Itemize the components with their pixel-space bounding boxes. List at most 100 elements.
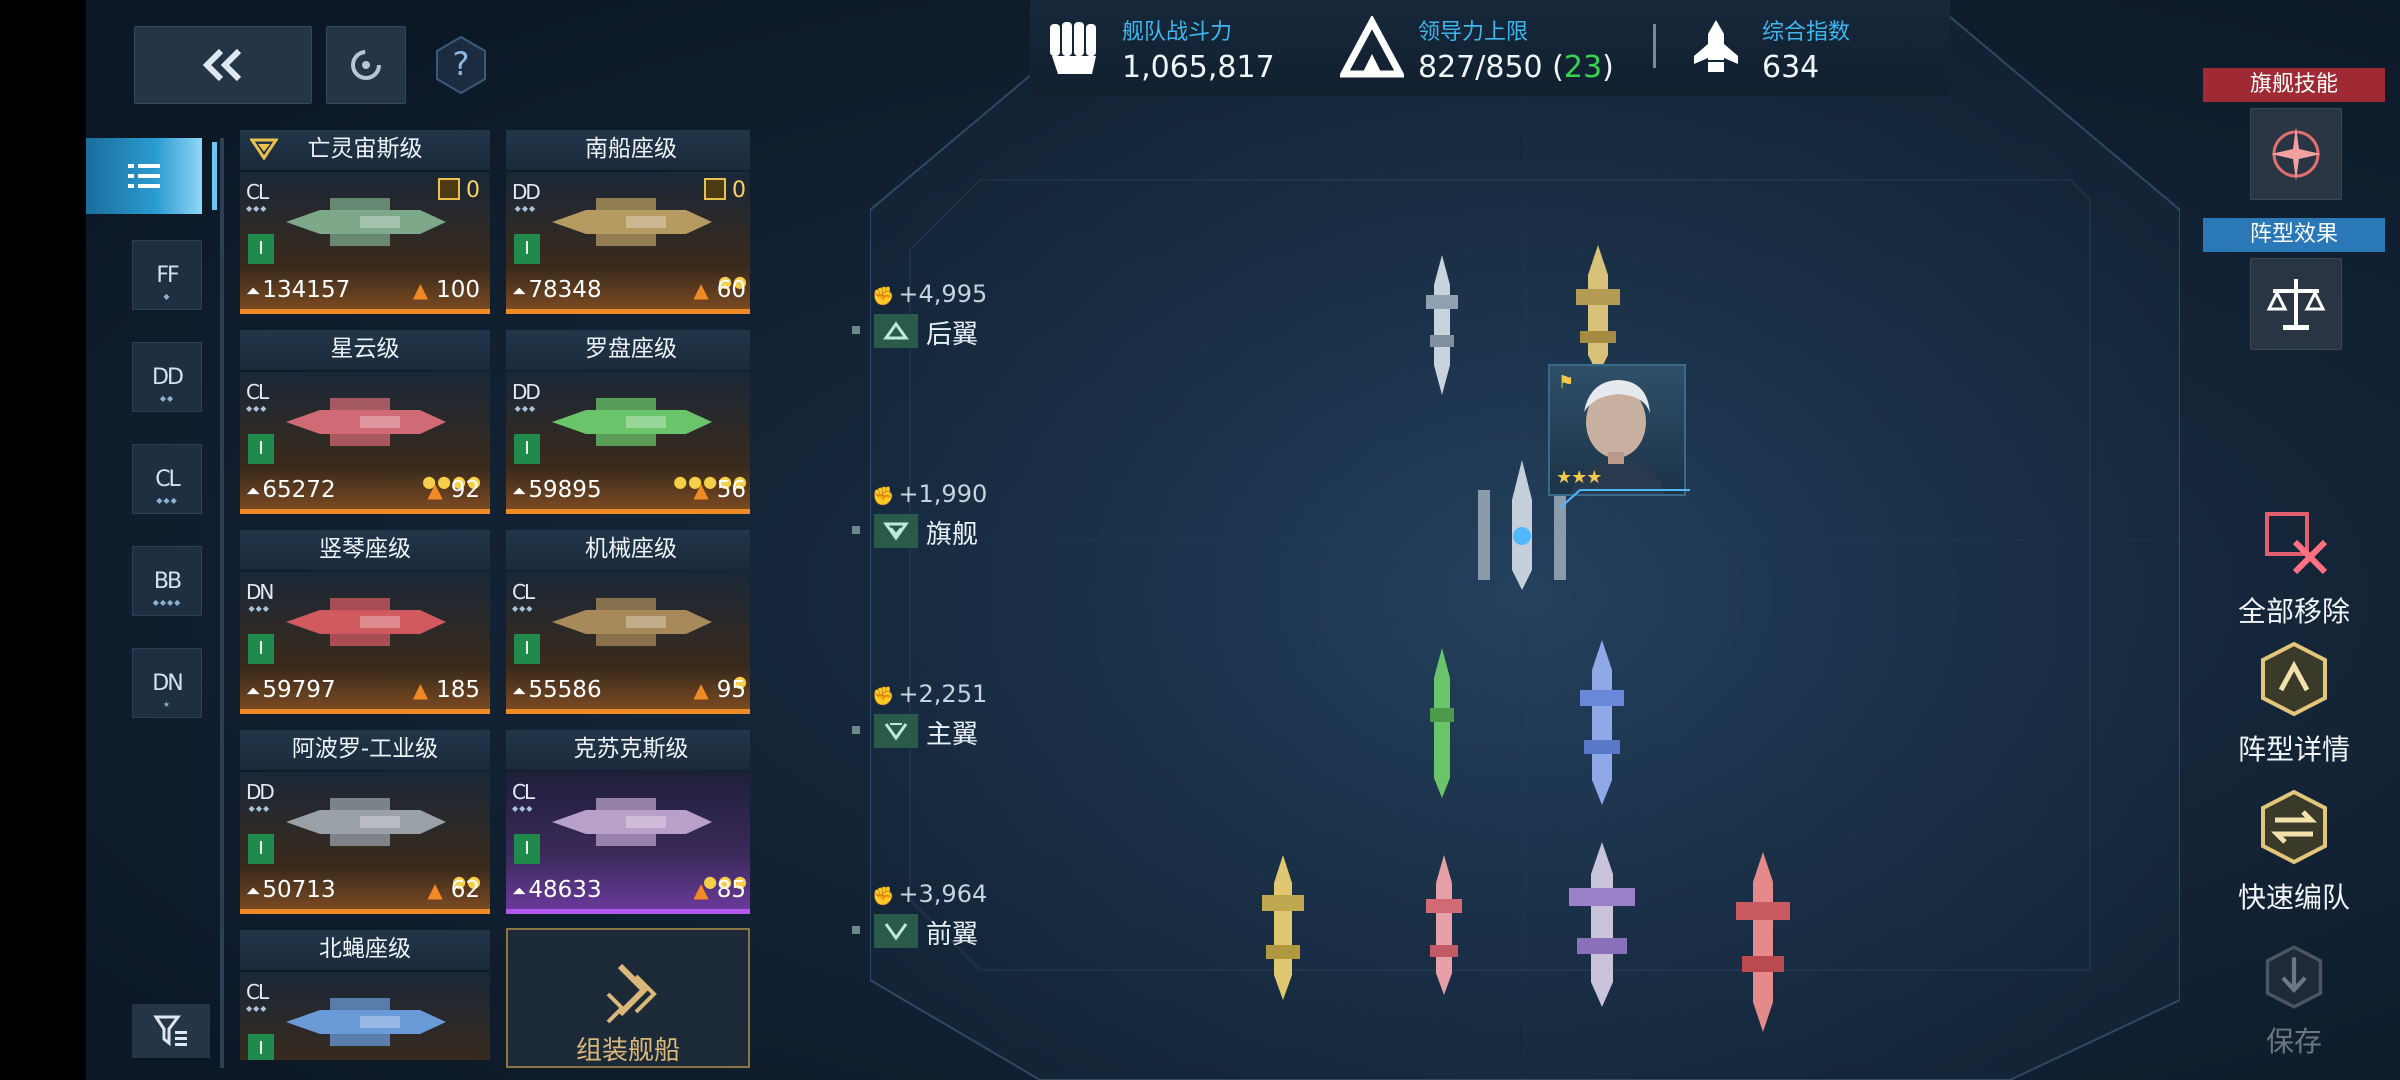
ship-card[interactable]: 罗盘座级 DD ◆◆◆ I ●●●●● ⏶59895 ▲ 56 xyxy=(506,330,750,514)
leadership-icon: ▲ xyxy=(427,878,443,902)
ship-name-text: 机械座级 xyxy=(585,536,677,562)
filter-button[interactable] xyxy=(132,1004,210,1058)
ship-card[interactable]: 星云级 CL ◆◆◆ I ●●●● ⏶65272 ▲ 92 xyxy=(240,330,490,514)
ship-card[interactable]: 阿波罗-工业级 DD ◆◆◆ I ●● ⏶50713 ▲ 62 xyxy=(240,730,490,914)
row-marker xyxy=(852,326,860,334)
ship-power: ⏶48633 xyxy=(512,877,602,903)
tab-bb[interactable]: BB ◆◆◆◆ xyxy=(132,546,202,616)
ship-power-value: 59895 xyxy=(528,477,602,503)
row-main-wing[interactable]: ✊ +2,251 主翼 xyxy=(852,680,1022,760)
ship-leadership-value: 85 xyxy=(716,877,746,903)
commander-portrait[interactable]: ⚑ ★★★ xyxy=(1548,364,1686,496)
ship-card-body: DN ◆◆◆ I ⏶59797 ▲ 185 xyxy=(240,572,490,714)
row-rear-wing[interactable]: ✊ +4,995 后翼 xyxy=(852,280,1022,360)
ship-tier: I xyxy=(248,834,274,864)
tab-ff[interactable]: FF ◆ xyxy=(132,240,202,310)
formation-effect-tag: 阵型效果 xyxy=(2203,218,2385,252)
ship-name-text: 罗盘座级 xyxy=(585,336,677,362)
board-ship-main-1[interactable] xyxy=(1426,648,1458,798)
leadership-icon: ▲ xyxy=(427,478,443,502)
row-front-bonus: ✊ +3,964 xyxy=(872,880,987,908)
quick-form-label: 快速编队 xyxy=(2237,881,2350,914)
refresh-button[interactable] xyxy=(326,26,406,104)
ship-power: ⏶78348 xyxy=(512,277,602,303)
board-ship-front-2[interactable] xyxy=(1422,855,1466,995)
remove-x-icon xyxy=(2265,512,2328,575)
composite-label: 综合指数 xyxy=(1762,20,1851,45)
ship-card-body: DD ◆◆◆ I ●●●●● ⏶59895 ▲ 56 xyxy=(506,372,750,514)
board-ship-main-2[interactable] xyxy=(1576,640,1628,805)
save-label: 保存 xyxy=(2265,1025,2322,1058)
class-dots: ◆◆◆ xyxy=(514,404,537,413)
save-button[interactable]: 保存 xyxy=(2222,942,2366,1060)
row-flag-bonus: ✊ +1,990 xyxy=(872,480,987,508)
ship-card-body: CL ◆◆◆ I ●●●● ⏶65272 ▲ 92 xyxy=(240,372,490,514)
board-ship-rear-1[interactable] xyxy=(1420,255,1464,395)
ship-tier: I xyxy=(514,434,540,464)
fist-icon: ✊ xyxy=(872,286,895,307)
class-dots: ◆◆◆ xyxy=(248,804,271,813)
ship-power-value: 134157 xyxy=(262,277,351,303)
ship-silhouette-icon xyxy=(552,598,712,646)
formation-detail-button[interactable]: 阵型详情 xyxy=(2222,638,2366,768)
row-rear-bonus-value: +4,995 xyxy=(898,280,988,308)
back-button[interactable] xyxy=(134,26,312,104)
tab-dd-dots: ◆◆ xyxy=(159,394,175,403)
board-ship-front-1[interactable] xyxy=(1258,855,1308,1000)
tab-cl[interactable]: CL ◆◆◆ xyxy=(132,444,202,514)
flagship-chevron-icon xyxy=(874,514,918,548)
crest-icon xyxy=(250,138,278,160)
help-button[interactable]: ? xyxy=(426,26,496,104)
ship-card[interactable]: 机械座级 CL ◆◆◆ I ● ⏶55586 ▲ 95 xyxy=(506,530,750,714)
ship-badge-value: 0 xyxy=(732,178,746,203)
assemble-ship-button[interactable]: 组装舰船 xyxy=(506,928,750,1068)
ship-card[interactable]: 南船座级 DD ◆◆◆ I 0 ●● ⏶78348 ▲ 60 xyxy=(506,130,750,314)
ship-card[interactable]: 亡灵宙斯级 CL ◆◆◆ I 0 ⏶134157 ▲ 100 xyxy=(240,130,490,314)
tab-dd[interactable]: DD ◆◆ xyxy=(132,342,202,412)
board-ship-front-4[interactable] xyxy=(1732,852,1794,1032)
ship-card[interactable]: 竖琴座级 DN ◆◆◆ I ⏶59797 ▲ 185 xyxy=(240,530,490,714)
ship-class: DD ◆◆◆ xyxy=(512,180,541,213)
ship-card[interactable]: 克苏克斯级 CL ◆◆◆ I ●●● ⏶48633 ▲ 85 xyxy=(506,730,750,914)
ship-leadership: ▲ 60 xyxy=(693,277,746,303)
ship-class-text: DD xyxy=(246,780,275,804)
flagship-skill-button[interactable] xyxy=(2250,108,2342,200)
assemble-label: 组装舰船 xyxy=(575,1036,680,1066)
ship-tier: I xyxy=(248,234,274,264)
tab-all-ships[interactable] xyxy=(86,138,202,214)
ship-name: 机械座级 xyxy=(506,530,750,570)
ship-leadership-value: 62 xyxy=(450,877,480,903)
ship-class: DD ◆◆◆ xyxy=(512,380,541,413)
ship-class: DD ◆◆◆ xyxy=(246,780,275,813)
class-dots: ◆◆◆ xyxy=(512,804,534,813)
ship-name: 罗盘座级 xyxy=(506,330,750,370)
ship-list: 亡灵宙斯级 CL ◆◆◆ I 0 ⏶134157 ▲ 100 南船座级 DD ◆◆◆ I 0 ●● ⏶783… xyxy=(240,130,750,1060)
ship-class: CL ◆◆◆ xyxy=(246,180,269,213)
tab-cl-dots: ◆◆◆ xyxy=(156,496,178,505)
power-up-icon: ⏶ xyxy=(246,481,261,502)
row-flagship[interactable]: ✊ +1,990 旗舰 xyxy=(852,480,1022,560)
ship-silhouette-icon xyxy=(286,798,446,846)
power-up-icon: ⏶ xyxy=(246,681,261,702)
board-ship-front-3[interactable] xyxy=(1565,842,1639,1007)
row-rear-name: 后翼 xyxy=(926,320,979,350)
row-flag-name: 旗舰 xyxy=(926,520,979,550)
remove-all-label: 全部移除 xyxy=(2237,595,2350,628)
ship-leadership: ▲ 62 xyxy=(427,877,480,903)
ship-leadership: ▲ 92 xyxy=(427,477,480,503)
tab-dn[interactable]: DN ★ xyxy=(132,648,202,718)
fist-icon: ✊ xyxy=(872,686,895,707)
ship-silhouette-icon xyxy=(552,198,712,246)
row-front-wing[interactable]: ✊ +3,964 前翼 xyxy=(852,880,1022,960)
ship-class-text: CL xyxy=(246,180,269,204)
formation-effect-button[interactable] xyxy=(2250,258,2342,350)
ship-card-body: CL ◆◆◆ I 0 ⏶134157 ▲ 100 xyxy=(240,172,490,314)
class-dots: ◆◆◆ xyxy=(514,204,537,213)
remove-all-button[interactable]: 全部移除 xyxy=(2222,500,2366,630)
ship-card[interactable]: 北蝇座级CL◆◆◆I●●● xyxy=(240,930,490,1060)
board-ship-rear-2[interactable] xyxy=(1570,245,1626,375)
leadership-icon: ▲ xyxy=(693,478,709,502)
ship-name: 竖琴座级 xyxy=(240,530,490,570)
quick-form-button[interactable]: 快速编队 xyxy=(2222,786,2366,916)
ship-class-text: CL xyxy=(512,580,535,604)
